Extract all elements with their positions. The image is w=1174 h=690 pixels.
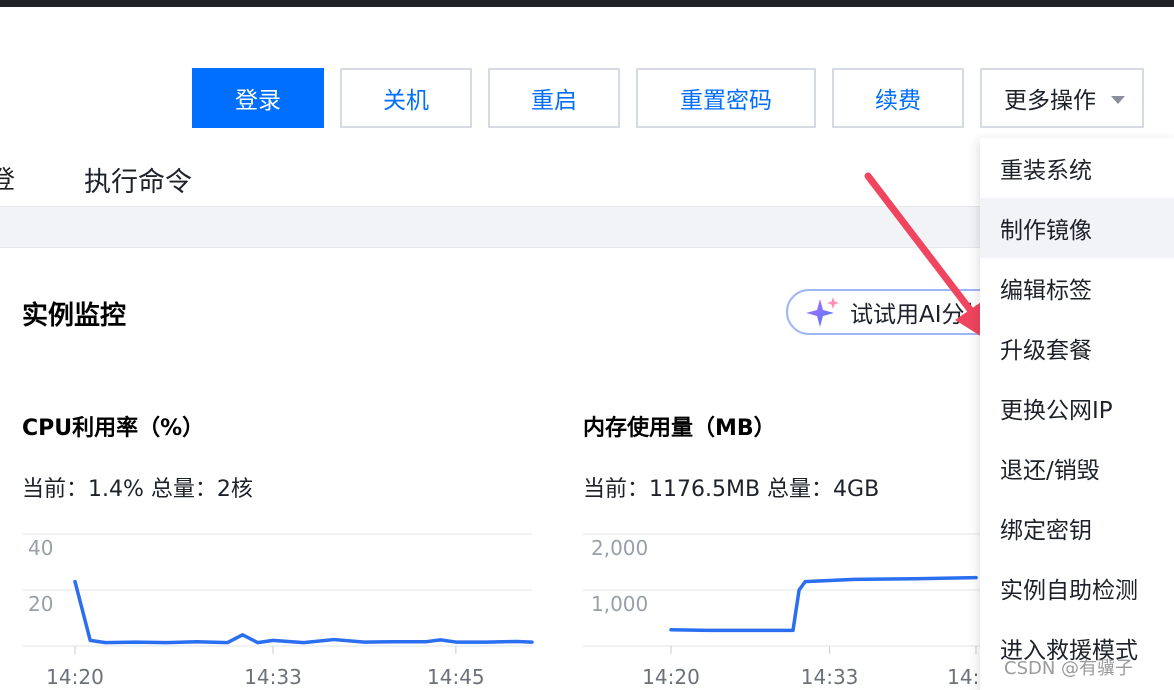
- memory-chart-x-tick-label: 14:33: [801, 665, 859, 689]
- sparkle-icon: [806, 297, 839, 327]
- menu-item-reinstall[interactable]: 重装系统: [980, 138, 1174, 198]
- memory-chart-series-line: [669, 575, 978, 633]
- tab-login-partial[interactable]: 登: [0, 160, 15, 196]
- restart-button[interactable]: 重启: [488, 68, 620, 128]
- cpu-chart-x-tick-label: 14:20: [46, 665, 104, 689]
- memory-chart-y-tick-label: 1,000: [591, 592, 648, 616]
- menu-item-change-public-ip[interactable]: 更换公网IP: [980, 378, 1174, 438]
- cvm-instance-page: 登录 关机 重启 重置密码 续费 更多操作 登 执行命令 实例监控 试试用AI分…: [0, 0, 1174, 690]
- cpu-title: CPU利用率（%）: [22, 416, 205, 441]
- menu-item-self-check[interactable]: 实例自助检测: [980, 558, 1174, 618]
- menu-item-upgrade-plan[interactable]: 升级套餐: [980, 318, 1174, 378]
- tab-exec-command[interactable]: 执行命令: [84, 160, 192, 199]
- watermark: CSDN @有骥子: [1004, 658, 1134, 679]
- cpu-chart-x-tick-label: 14:45: [427, 665, 485, 689]
- login-button[interactable]: 登录: [192, 68, 324, 128]
- cpu-chart: 40 20 14:20 14:33 14:45: [22, 533, 534, 689]
- ai-analysis-label: 试试用AI分析: [850, 302, 988, 328]
- renew-button[interactable]: 续费: [832, 68, 964, 128]
- memory-current: 当前：1176.5MB 总量：4GB: [583, 477, 880, 502]
- menu-item-bind-key[interactable]: 绑定密钥: [980, 498, 1174, 558]
- cpu-chart-x-tick-label: 14:33: [244, 665, 302, 689]
- menu-item-create-image[interactable]: 制作镜像: [980, 198, 1174, 258]
- cpu-chart-y-tick-label: 40: [28, 536, 53, 560]
- cpu-current: 当前：1.4% 总量：2核: [22, 477, 253, 502]
- caret-down-icon: [1111, 96, 1125, 104]
- more-actions-menu: 重装系统 制作镜像 编辑标签 升级套餐 更换公网IP 退还/销毁 绑定密钥 实例…: [980, 138, 1174, 690]
- cpu-chart-series-line: [73, 579, 534, 645]
- memory-chart-x-tick-label: 14:20: [642, 665, 700, 689]
- cpu-chart-y-tick-label: 20: [28, 592, 53, 616]
- more-actions-button[interactable]: 更多操作: [980, 68, 1144, 128]
- shutdown-button[interactable]: 关机: [340, 68, 472, 128]
- top-bar: [0, 0, 1174, 7]
- reset-password-button[interactable]: 重置密码: [636, 68, 816, 128]
- instance-monitor-title: 实例监控: [22, 301, 127, 331]
- memory-chart: 2,0001,00014:2014:3314:45: [583, 533, 990, 689]
- menu-item-return-destroy[interactable]: 退还/销毁: [980, 438, 1174, 498]
- memory-title: 内存使用量（MB）: [583, 416, 776, 441]
- more-actions-label: 更多操作: [1004, 88, 1096, 114]
- memory-chart-y-tick-label: 2,000: [591, 536, 648, 560]
- menu-item-edit-tags[interactable]: 编辑标签: [980, 258, 1174, 318]
